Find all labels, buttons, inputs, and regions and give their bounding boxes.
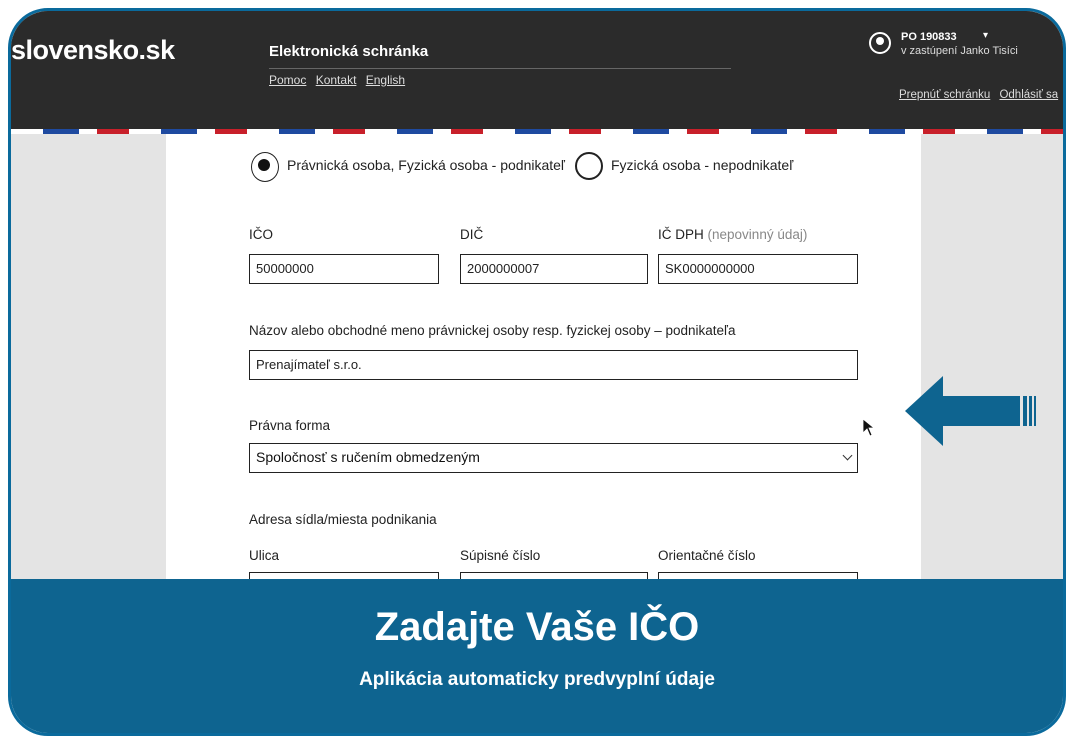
dic-label: DIČ <box>460 227 484 242</box>
icdph-label-text: IČ DPH <box>658 227 704 242</box>
logout-link[interactable]: Odhlásiť sa <box>999 89 1058 101</box>
video-frame: slovensko.sk Elektronická schránka Pomoc… <box>8 8 1066 736</box>
legal-form-value: Spoločnosť s ručením obmedzeným <box>256 449 480 465</box>
account-links: Prepnúť schránku Odhlásiť sa <box>899 89 1063 101</box>
divider <box>269 68 731 69</box>
icdph-label: IČ DPH (nepovinný údaj) <box>658 227 807 242</box>
orientation-number-label: Orientačné číslo <box>658 548 756 563</box>
banner-headline: Zadajte Vaše IČO <box>374 605 700 649</box>
legal-form-label: Právna forma <box>249 418 331 433</box>
app-title: Elektronická schránka <box>269 43 429 60</box>
banner-subline: Aplikácia automaticky predvyplní údaje <box>359 669 715 690</box>
top-bar: slovensko.sk Elektronická schránka Pomoc… <box>11 11 1063 129</box>
arrow-left-icon <box>905 376 1036 446</box>
chevron-down-icon[interactable]: ▾ <box>983 30 988 41</box>
street-label: Ulica <box>249 548 280 563</box>
registry-number-label: Súpisné číslo <box>460 548 541 563</box>
caption-banner: Zadajte Vaše IČO Aplikácia automaticky p… <box>11 579 1063 733</box>
ico-label: IČO <box>249 227 274 242</box>
address-section-label: Adresa sídla/miesta podnikania <box>249 512 437 527</box>
form-panel: Právnická osoba, Fyzická osoba - podnika… <box>166 134 921 602</box>
ico-field[interactable]: 50000000 <box>249 254 439 284</box>
account-id[interactable]: PO 190833 <box>901 31 957 43</box>
help-link[interactable]: Pomoc <box>269 73 306 87</box>
chevron-down-icon <box>842 450 853 461</box>
optional-note: (nepovinný údaj) <box>707 227 808 242</box>
radio-natural-person[interactable] <box>575 152 603 180</box>
account-icon[interactable] <box>869 32 891 54</box>
switch-mailbox-link[interactable]: Prepnúť schránku <box>899 89 990 101</box>
account-subtitle: v zastúpení Janko Tisíci <box>901 45 1018 57</box>
contact-link[interactable]: Kontakt <box>316 73 357 87</box>
radio-legal-person-label: Právnická osoba, Fyzická osoba - podnika… <box>287 157 566 173</box>
header-links: Pomoc Kontakt English <box>269 73 411 87</box>
name-label: Názov alebo obchodné meno právnickej oso… <box>249 323 736 338</box>
icdph-field[interactable]: SK0000000000 <box>658 254 858 284</box>
site-logo[interactable]: slovensko.sk <box>11 35 175 66</box>
radio-legal-person[interactable] <box>251 152 279 182</box>
legal-form-select[interactable]: Spoločnosť s ručením obmedzeným <box>249 443 858 473</box>
english-link[interactable]: English <box>366 73 405 87</box>
name-field[interactable]: Prenajímateľ s.r.o. <box>249 350 858 380</box>
mouse-cursor-icon <box>863 419 875 437</box>
dic-field[interactable]: 2000000007 <box>460 254 648 284</box>
radio-natural-person-label: Fyzická osoba - nepodnikateľ <box>611 157 794 173</box>
